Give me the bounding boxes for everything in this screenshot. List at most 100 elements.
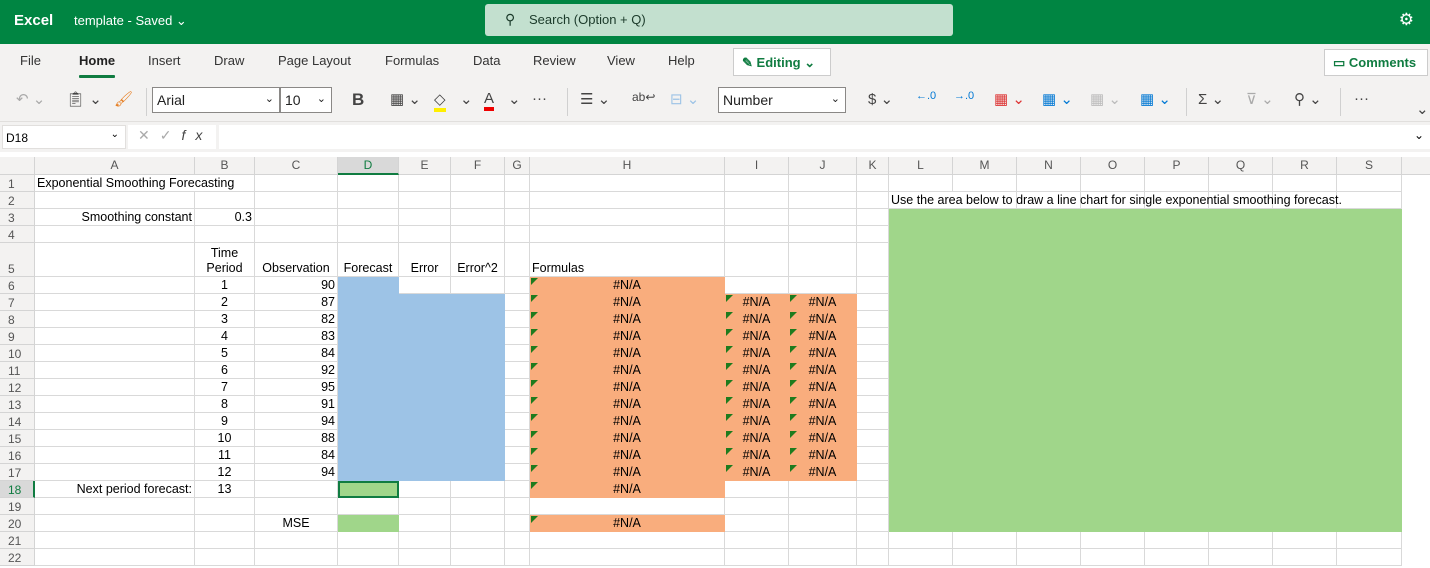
empty-cell[interactable] — [789, 549, 857, 566]
empty-cell[interactable] — [451, 532, 505, 549]
cell-i17[interactable]: #N/A — [725, 464, 789, 481]
empty-cell[interactable] — [1145, 226, 1209, 243]
empty-cell[interactable] — [857, 209, 889, 226]
empty-cell[interactable] — [1081, 532, 1145, 549]
tab-home[interactable]: Home — [79, 53, 116, 78]
empty-cell[interactable] — [1337, 532, 1402, 549]
empty-cell[interactable] — [451, 413, 505, 430]
empty-cell[interactable] — [530, 209, 725, 226]
empty-cell[interactable] — [1145, 311, 1209, 328]
empty-cell[interactable] — [1081, 209, 1145, 226]
empty-cell[interactable] — [889, 498, 953, 515]
empty-cell[interactable] — [35, 515, 195, 532]
empty-cell[interactable] — [451, 481, 505, 498]
empty-cell[interactable] — [1081, 430, 1145, 447]
empty-cell[interactable] — [1337, 175, 1402, 192]
empty-cell[interactable] — [1337, 277, 1402, 294]
empty-cell[interactable] — [35, 328, 195, 345]
empty-cell[interactable] — [1145, 532, 1209, 549]
autosum-icon[interactable]: Σ ⌄ — [1198, 90, 1224, 108]
cell-a1[interactable]: Exponential Smoothing Forecasting — [35, 175, 234, 192]
empty-cell[interactable] — [789, 243, 857, 277]
empty-cell[interactable] — [1337, 192, 1402, 209]
empty-cell[interactable] — [451, 311, 505, 328]
empty-cell[interactable] — [1337, 413, 1402, 430]
empty-cell[interactable] — [889, 362, 953, 379]
empty-cell[interactable] — [505, 447, 530, 464]
empty-cell[interactable] — [338, 294, 399, 311]
empty-cell[interactable] — [1337, 481, 1402, 498]
empty-cell[interactable] — [338, 430, 399, 447]
cell-c11[interactable]: 92 — [255, 362, 338, 379]
empty-cell[interactable] — [451, 515, 505, 532]
empty-cell[interactable] — [399, 464, 451, 481]
cell-h11[interactable]: #N/A — [530, 362, 725, 379]
empty-cell[interactable] — [889, 345, 953, 362]
editing-mode-button[interactable]: ✎ Editing ⌄ — [733, 48, 831, 76]
empty-cell[interactable] — [857, 192, 889, 209]
row-header-17[interactable]: 17 — [0, 464, 35, 481]
empty-cell[interactable] — [1145, 345, 1209, 362]
empty-cell[interactable] — [1337, 379, 1402, 396]
cell-i8[interactable]: #N/A — [725, 311, 789, 328]
empty-cell[interactable] — [1017, 243, 1081, 277]
empty-cell[interactable] — [338, 175, 399, 192]
cell-b12[interactable]: 7 — [195, 379, 255, 396]
empty-cell[interactable] — [953, 379, 1017, 396]
cell-b7[interactable]: 2 — [195, 294, 255, 311]
row-header-16[interactable]: 16 — [0, 447, 35, 464]
cell-h16[interactable]: #N/A — [530, 447, 725, 464]
empty-cell[interactable] — [1209, 175, 1273, 192]
empty-cell[interactable] — [35, 192, 195, 209]
empty-cell[interactable] — [1273, 277, 1337, 294]
cell-b16[interactable]: 11 — [195, 447, 255, 464]
empty-cell[interactable] — [255, 226, 338, 243]
empty-cell[interactable] — [889, 532, 953, 549]
formula-input[interactable] — [219, 125, 1430, 149]
empty-cell[interactable] — [1209, 464, 1273, 481]
cell-a3[interactable]: Smoothing constant — [35, 209, 195, 226]
cell-j16[interactable]: #N/A — [789, 447, 857, 464]
document-title[interactable]: template - Saved ⌄ — [74, 13, 187, 29]
cell-i15[interactable]: #N/A — [725, 430, 789, 447]
empty-cell[interactable] — [530, 532, 725, 549]
increase-decimal-icon[interactable]: ←.0 — [916, 90, 936, 102]
empty-cell[interactable] — [889, 328, 953, 345]
empty-cell[interactable] — [1145, 447, 1209, 464]
empty-cell[interactable] — [789, 192, 857, 209]
empty-cell[interactable] — [451, 549, 505, 566]
empty-cell[interactable] — [451, 328, 505, 345]
empty-cell[interactable] — [1017, 430, 1081, 447]
empty-cell[interactable] — [789, 209, 857, 226]
empty-cell[interactable] — [1273, 209, 1337, 226]
empty-cell[interactable] — [857, 243, 889, 277]
empty-cell[interactable] — [505, 192, 530, 209]
empty-cell[interactable] — [889, 209, 953, 226]
empty-cell[interactable] — [857, 447, 889, 464]
bold-button[interactable]: B — [352, 90, 364, 110]
cell-b10[interactable]: 5 — [195, 345, 255, 362]
empty-cell[interactable] — [889, 294, 953, 311]
empty-cell[interactable] — [1273, 413, 1337, 430]
cell-d5[interactable]: Forecast — [338, 243, 399, 277]
currency-icon[interactable]: $ ⌄ — [868, 90, 893, 108]
empty-cell[interactable] — [1081, 328, 1145, 345]
empty-cell[interactable] — [1209, 294, 1273, 311]
cell-c7[interactable]: 87 — [255, 294, 338, 311]
empty-cell[interactable] — [789, 481, 857, 498]
empty-cell[interactable] — [1273, 447, 1337, 464]
empty-cell[interactable] — [1337, 464, 1402, 481]
selected-cell-d18[interactable] — [338, 481, 399, 498]
empty-cell[interactable] — [1145, 498, 1209, 515]
empty-cell[interactable] — [1273, 379, 1337, 396]
cell-j14[interactable]: #N/A — [789, 413, 857, 430]
undo-icon[interactable]: ↶ ⌄ — [16, 90, 45, 108]
cell-b13[interactable]: 8 — [195, 396, 255, 413]
expand-ribbon-icon[interactable]: ⌄ — [1416, 100, 1429, 118]
empty-cell[interactable] — [725, 192, 789, 209]
find-icon[interactable]: ⚲ ⌄ — [1294, 90, 1322, 108]
empty-cell[interactable] — [857, 277, 889, 294]
app-name[interactable]: Excel — [14, 12, 53, 29]
empty-cell[interactable] — [1017, 549, 1081, 566]
empty-cell[interactable] — [505, 413, 530, 430]
